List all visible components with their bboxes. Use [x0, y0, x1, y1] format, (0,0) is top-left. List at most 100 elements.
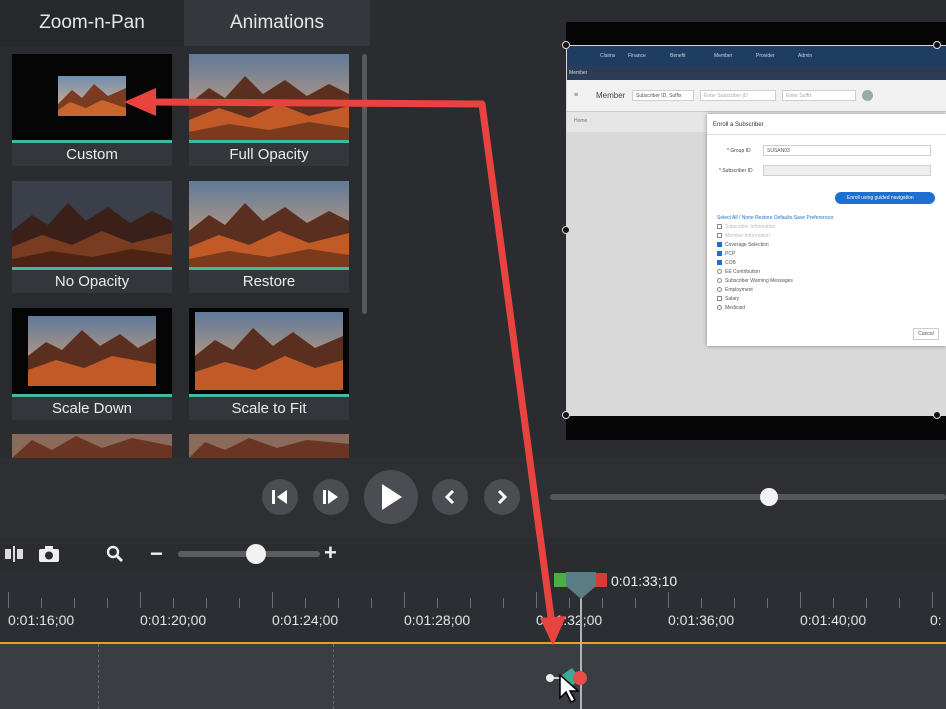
clip-boundary — [98, 644, 99, 709]
search-icon — [862, 90, 873, 101]
option-checkbox: Medicaid — [717, 305, 745, 311]
option-label: PCP — [725, 251, 736, 257]
ruler-major-tick — [404, 592, 405, 608]
guided-navigation-button: Enroll using guided navigation — [835, 192, 935, 204]
mouse-cursor-icon — [559, 674, 580, 704]
mountain-thumbnail-small — [58, 76, 126, 116]
ruler-major-tick — [8, 592, 9, 608]
step-forward-icon — [323, 490, 338, 504]
ruler-minor-tick — [74, 598, 75, 608]
nav-item: Provider — [756, 53, 775, 59]
scrub-knob[interactable] — [760, 488, 778, 506]
option-checkbox: Subscriber Information — [717, 224, 775, 230]
thumbnail-no-opacity — [12, 181, 172, 267]
ruler-minor-tick — [602, 598, 603, 608]
option-checkbox: Coverage Selection — [717, 242, 769, 248]
ruler-minor-tick — [767, 598, 768, 608]
camera-icon[interactable] — [38, 545, 60, 563]
timeline-ruler[interactable] — [0, 572, 946, 642]
animation-tile-no-opacity[interactable]: No Opacity — [12, 181, 172, 293]
timeline-toolbar — [0, 538, 946, 572]
ruler-minor-tick — [866, 598, 867, 608]
option-checkbox: Member Information — [717, 233, 770, 239]
step-back-icon — [272, 490, 287, 504]
animation-tile-partial[interactable] — [189, 434, 349, 458]
tile-label: Full Opacity — [229, 146, 309, 163]
ruler-minor-tick — [569, 598, 570, 608]
library-scrollbar[interactable] — [362, 54, 367, 314]
time-label: 0:01:40;00 — [800, 612, 867, 628]
member-tab: Member — [569, 70, 588, 76]
thumbnail-full-opacity — [189, 54, 349, 140]
resize-handle[interactable] — [562, 226, 570, 234]
step-forward-button[interactable] — [313, 479, 349, 515]
option-label: Member Information — [725, 233, 770, 239]
previous-button[interactable] — [432, 479, 468, 515]
mountain-thumbnail — [12, 181, 172, 267]
cancel-button: Cancel — [913, 328, 939, 340]
ruler-minor-tick — [338, 598, 339, 608]
option-label: EE Contribution — [725, 269, 761, 275]
ruler-minor-tick — [206, 598, 207, 608]
resize-handle[interactable] — [562, 41, 570, 49]
ruler-minor-tick — [734, 598, 735, 608]
next-button[interactable] — [484, 479, 520, 515]
option-checkbox: PCP — [717, 251, 735, 257]
tab-zoom-n-pan[interactable]: Zoom-n-Pan — [0, 0, 184, 46]
animation-tile-scale-to-fit[interactable]: Scale to Fit — [189, 308, 349, 420]
tile-label: Custom — [66, 146, 118, 163]
ruler-minor-tick — [470, 598, 471, 608]
playhead-handle[interactable] — [566, 572, 596, 600]
mountain-thumbnail-scaled — [195, 312, 343, 390]
nav-item: Admin — [798, 53, 813, 59]
play-button[interactable] — [364, 470, 418, 524]
tab-animations[interactable]: Animations — [184, 0, 370, 46]
option-label: Medicaid — [725, 305, 746, 311]
home-link: Home — [574, 118, 588, 124]
animation-tile-partial[interactable] — [12, 434, 172, 458]
option-label: Subscriber Warning Messages — [725, 278, 793, 284]
ruler-minor-tick — [833, 598, 834, 608]
resize-handle[interactable] — [933, 41, 941, 49]
resize-handle[interactable] — [933, 411, 941, 419]
ruler-minor-tick — [239, 598, 240, 608]
nav-item: Benefit — [670, 53, 686, 59]
zoom-search-icon — [106, 545, 124, 563]
ruler-major-tick — [932, 592, 933, 608]
time-label: 0: — [930, 612, 942, 628]
zoom-knob[interactable] — [246, 544, 266, 564]
animations-library: Zoom-n-Pan Animations Custom Full Opacit… — [0, 0, 370, 458]
thumbnail-custom — [12, 54, 172, 140]
ruler-minor-tick — [635, 598, 636, 608]
resize-handle[interactable] — [562, 411, 570, 419]
ruler-major-tick — [272, 592, 273, 608]
option-label: COB — [725, 260, 736, 266]
option-label: Coverage Selection — [725, 242, 769, 248]
step-back-button[interactable] — [262, 479, 298, 515]
filter-bar: ≡ Member Subscriber ID, Suffix Enter Sub… — [566, 80, 946, 112]
zoom-in-button[interactable]: + — [324, 540, 337, 566]
animation-tile-custom[interactable]: Custom — [12, 54, 172, 166]
filter-select: Subscriber ID, Suffix — [632, 90, 694, 101]
option-label: Salary — [725, 296, 740, 302]
animation-tile-full-opacity[interactable]: Full Opacity — [189, 54, 349, 166]
menu-icon: ≡ — [574, 92, 579, 99]
animation-tile-scale-down[interactable]: Scale Down — [12, 308, 172, 420]
nav-item: Finance — [628, 53, 646, 59]
playhead-time: 0:01:33;10 — [611, 573, 678, 589]
option-label: Subscriber Information — [725, 224, 776, 230]
modal-divider — [707, 134, 946, 135]
selection-outline — [570, 45, 946, 46]
split-icon[interactable] — [4, 546, 24, 562]
tile-label: Restore — [242, 273, 296, 290]
time-label: 0:01:36;00 — [668, 612, 735, 628]
app-navbar: Claims Finance Benefit Member Provider A… — [566, 46, 946, 66]
scrub-bar[interactable] — [550, 494, 946, 500]
ruler-major-tick — [536, 592, 537, 608]
zoom-out-button[interactable]: − — [150, 541, 163, 567]
subscriber-id-field — [763, 165, 931, 176]
preview-screenshot[interactable]: Claims Finance Benefit Member Provider A… — [566, 46, 946, 416]
animation-tile-restore[interactable]: Restore — [189, 181, 349, 293]
timeline-track[interactable] — [0, 642, 946, 709]
ruler-minor-tick — [899, 598, 900, 608]
